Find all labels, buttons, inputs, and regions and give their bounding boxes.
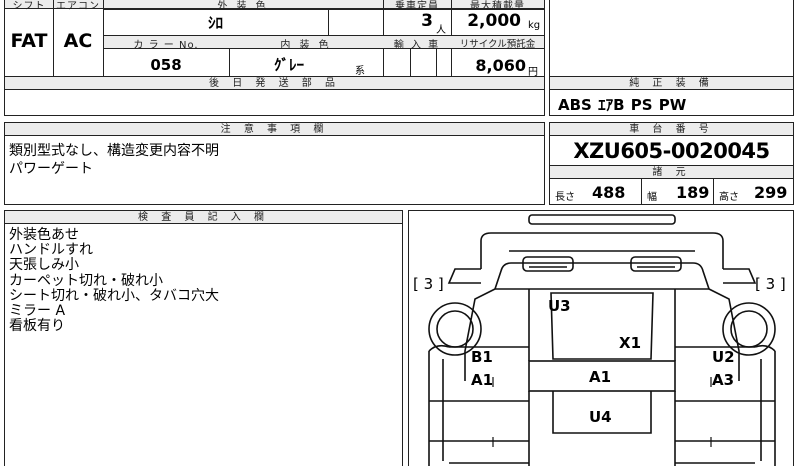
shift-value: FAT — [10, 30, 48, 52]
equipment-header: 純 正 装 備 — [550, 77, 793, 90]
damage-label-x1: X1 — [619, 334, 642, 352]
damage-label-u2: U2 — [712, 348, 735, 366]
color-no-header: カ ラ ー No. — [133, 40, 199, 51]
inspector-line: カーペット切れ・破れ小 — [9, 272, 163, 289]
inspector-line: 看板有り — [9, 318, 65, 335]
grid-line — [713, 179, 714, 205]
damage-label-u3: U3 — [548, 297, 571, 315]
capacity-unit: 人 — [436, 25, 446, 36]
vehicle-diagram-box: [ 3 ] [ 3 ] U3 X1 B1 A1 A1 U2 A3 U4 — [408, 210, 794, 466]
shift-header: シフト — [12, 1, 46, 12]
left-bracket-label: [ 3 ] — [413, 275, 444, 293]
inspector-line: シート切れ・破れ小、タバコ穴大 — [9, 287, 219, 304]
grid-line — [103, 9, 545, 10]
later-parts-header: 後 日 発 送 部 品 — [5, 77, 544, 90]
import-header: 輸 入 車 — [393, 40, 441, 51]
right-bracket-label: [ 3 ] — [755, 275, 786, 293]
inspector-header: 検 査 員 記 入 欄 — [5, 211, 402, 224]
inspector-line: 天張しみ小 — [9, 257, 79, 274]
chassis-number: XZU605-0020045 — [573, 139, 770, 163]
damage-label-b1: B1 — [471, 348, 493, 366]
width-value: 189 — [676, 183, 710, 202]
color-no-value: 058 — [150, 56, 182, 74]
int-color-value: ｸﾞﾚｰ — [273, 56, 304, 74]
int-color-suffix: 系 — [355, 66, 365, 77]
damage-label-u4: U4 — [589, 408, 612, 426]
inspector-line: 外装色あせ — [9, 227, 79, 243]
width-label: 幅 — [647, 192, 657, 203]
length-value: 488 — [592, 183, 626, 202]
equipment-value: ABS ｴｱB PS PW — [558, 96, 687, 114]
ext-color-header: 外 装 色 — [217, 1, 269, 12]
chassis-header: 車 台 番 号 — [550, 123, 793, 136]
load-unit: kg — [528, 20, 541, 31]
top-right-blank-box — [549, 0, 794, 77]
notes-header: 注 意 事 項 欄 — [5, 123, 544, 136]
recycle-value: 8,060 — [475, 56, 526, 75]
inspector-notes-list: 外装色あせ ハンドルすれ 天張しみ小 カーペット切れ・破れ小 シート切れ・破れ小… — [9, 227, 219, 335]
height-value: 299 — [754, 183, 788, 202]
grid-line — [436, 48, 437, 77]
grid-line — [410, 48, 411, 77]
notes-line-1: 類別型式なし、構造変更内容不明 — [9, 143, 219, 159]
recycle-header: リサイクル預託金 — [459, 39, 536, 50]
length-label: 長さ — [555, 192, 575, 203]
inspector-line: ハンドルすれ — [9, 242, 93, 259]
notes-line-2: パワーゲート — [9, 161, 93, 177]
aircon-header: エアコン — [56, 1, 100, 12]
truck-diagram — [428, 214, 776, 466]
damage-label-a3: A3 — [712, 371, 735, 389]
damage-label-a1-left: A1 — [471, 371, 494, 389]
inspector-line: ミラー A — [9, 303, 66, 320]
int-color-header: 内 装 色 — [280, 40, 332, 51]
grid-line — [641, 179, 642, 205]
aircon-value: AC — [63, 30, 93, 52]
capacity-value: 3 — [421, 11, 433, 31]
height-label: 高さ — [719, 192, 739, 203]
damage-label-a1-center: A1 — [589, 368, 612, 386]
grid-line — [328, 9, 329, 35]
load-value: 2,000 — [467, 11, 521, 31]
ext-color-value: ｼﾛ — [207, 14, 223, 32]
spec-header: 諸 元 — [550, 166, 793, 179]
